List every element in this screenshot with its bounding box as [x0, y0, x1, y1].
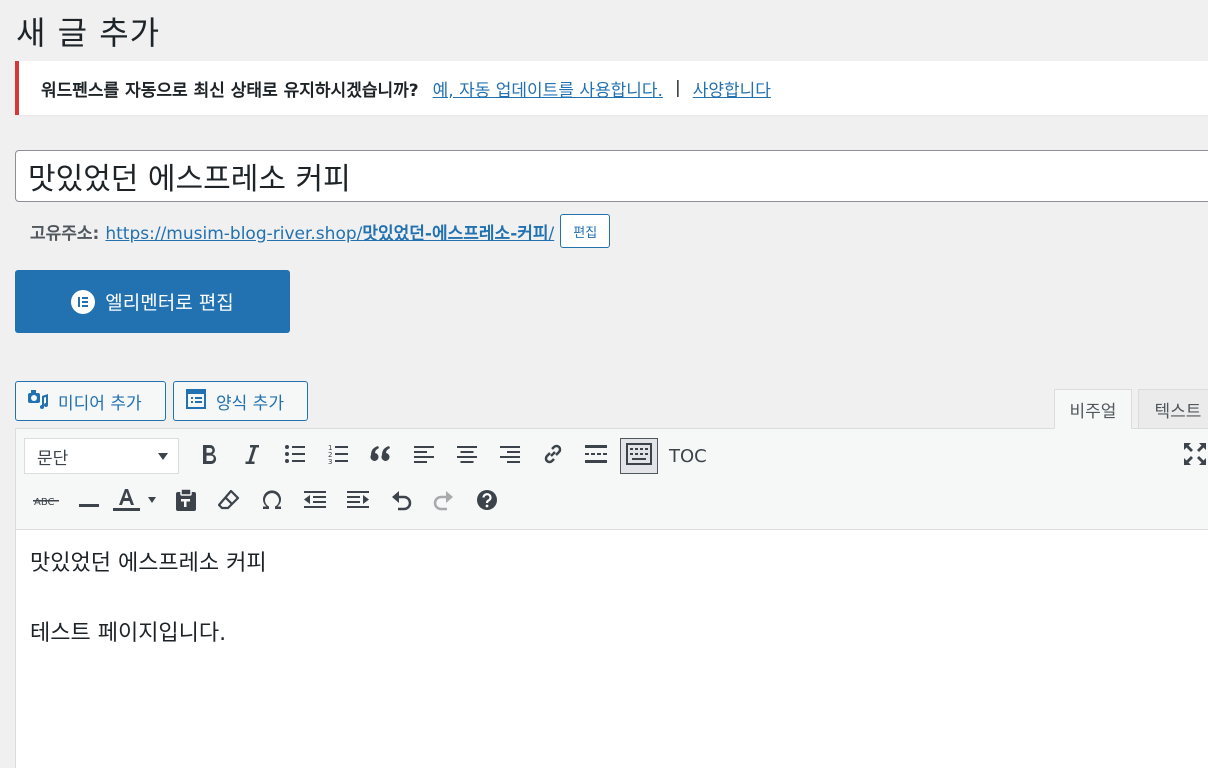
toolbar-row-1: 문단 123 TOC — [24, 438, 707, 474]
svg-text:ABC: ABC — [34, 497, 55, 508]
align-center-button[interactable] — [445, 438, 488, 474]
add-form-label: 양식 추가 — [216, 393, 284, 414]
omega-icon — [261, 489, 283, 515]
form-icon — [184, 387, 208, 416]
italic-icon — [242, 443, 262, 469]
media-icon — [26, 387, 50, 416]
svg-text:3: 3 — [328, 458, 332, 465]
update-notice: 워드펜스를 자동으로 최신 상태로 유지하시겠습니까? 예, 자동 업데이트를 … — [15, 61, 1208, 115]
toolbar-row-2: ABC — [24, 484, 508, 520]
bullet-list-icon — [284, 444, 306, 468]
clipboard-icon — [175, 488, 197, 516]
content-paragraph: 테스트 페이지입니다. — [30, 621, 227, 646]
text-color-icon — [113, 487, 161, 517]
bullet-list-button[interactable] — [273, 438, 316, 474]
align-left-icon — [413, 445, 434, 467]
strikethrough-icon: ABC — [32, 493, 59, 512]
indent-button[interactable] — [336, 484, 379, 520]
toolbar-toggle-button[interactable] — [620, 438, 658, 474]
undo-button[interactable] — [379, 484, 422, 520]
permalink-url[interactable]: https://musim-blog-river.shop/맛있었던-에스프레소… — [105, 219, 554, 244]
indent-icon — [346, 490, 369, 514]
align-right-button[interactable] — [488, 438, 531, 474]
format-select[interactable]: 문단 — [24, 438, 179, 474]
tab-text[interactable]: 텍스트 — [1138, 389, 1208, 429]
fullscreen-icon — [1182, 443, 1208, 471]
numbered-list-button[interactable]: 123 — [316, 438, 359, 474]
special-character-button[interactable] — [250, 484, 293, 520]
edit-with-elementor-button[interactable]: 엘리멘터로 편집 — [15, 270, 290, 333]
align-left-button[interactable] — [402, 438, 445, 474]
elementor-icon — [71, 289, 96, 314]
tab-visual[interactable]: 비주얼 — [1054, 389, 1132, 429]
clear-formatting-button[interactable] — [207, 484, 250, 520]
read-more-button[interactable] — [574, 438, 617, 474]
elementor-label: 엘리멘터로 편집 — [105, 292, 234, 314]
permalink-base: https://musim-blog-river.shop/ — [105, 223, 363, 244]
permalink-slug: 맛있었던-에스프레소-커피 — [362, 223, 549, 244]
bold-icon — [199, 443, 219, 469]
outdent-icon — [303, 490, 326, 514]
add-form-button[interactable]: 양식 추가 — [173, 381, 308, 421]
blockquote-button[interactable] — [359, 438, 402, 474]
notice-question: 워드펜스를 자동으로 최신 상태로 유지하시겠습니까? — [41, 80, 419, 101]
strikethrough-button[interactable]: ABC — [24, 484, 67, 520]
format-select-value: 문단 — [37, 448, 69, 469]
editor-toolbar: 문단 123 TOC ABC — [16, 429, 1208, 530]
add-media-button[interactable]: 미디어 추가 — [15, 381, 166, 421]
align-center-icon — [456, 445, 477, 467]
paste-text-button[interactable] — [164, 484, 207, 520]
undo-icon — [389, 489, 413, 515]
outdent-button[interactable] — [293, 484, 336, 520]
quote-icon — [369, 445, 392, 467]
text-color-button[interactable] — [110, 484, 164, 520]
enable-auto-update-link[interactable]: 예, 자동 업데이트를 사용합니다. — [433, 76, 663, 101]
keyboard-shortcuts-button[interactable] — [465, 484, 508, 520]
help-icon — [476, 489, 498, 515]
redo-button[interactable] — [422, 484, 465, 520]
align-right-icon — [499, 445, 520, 467]
eraser-icon — [217, 489, 240, 515]
permalink-trailing: / — [548, 223, 555, 244]
permalink: 고유주소: https://musim-blog-river.shop/맛있었던… — [30, 214, 611, 248]
notice-separator: | — [674, 78, 681, 98]
permalink-label: 고유주소: — [30, 223, 100, 244]
horizontal-line-icon — [78, 493, 99, 512]
fullscreen-button[interactable] — [1182, 441, 1208, 471]
keyboard-icon — [626, 443, 652, 469]
chevron-down-icon — [158, 446, 168, 466]
bold-button[interactable] — [187, 438, 230, 474]
editor: 문단 123 TOC ABC 맛있었던 에스프레소 커피 테스트 페이지입니다. — [15, 428, 1208, 768]
editor-content[interactable]: 맛있었던 에스프레소 커피 테스트 페이지입니다. — [16, 530, 1208, 702]
horizontal-line-button[interactable] — [67, 484, 110, 520]
page-title: 새 글 추가 — [16, 14, 161, 52]
link-icon — [541, 442, 565, 470]
numbered-list-icon: 123 — [327, 443, 349, 469]
read-more-icon — [584, 444, 607, 468]
toc-button[interactable]: TOC — [669, 446, 707, 467]
insert-link-button[interactable] — [531, 438, 574, 474]
edit-slug-button[interactable]: 편집 — [560, 214, 611, 248]
decline-auto-update-link[interactable]: 사양합니다 — [693, 76, 771, 101]
add-media-label: 미디어 추가 — [58, 393, 142, 414]
post-title-input[interactable]: 맛있었던 에스프레소 커피 — [15, 150, 1208, 202]
italic-button[interactable] — [230, 438, 273, 474]
redo-icon — [432, 489, 456, 515]
content-paragraph: 맛있었던 에스프레소 커피 — [30, 551, 267, 576]
